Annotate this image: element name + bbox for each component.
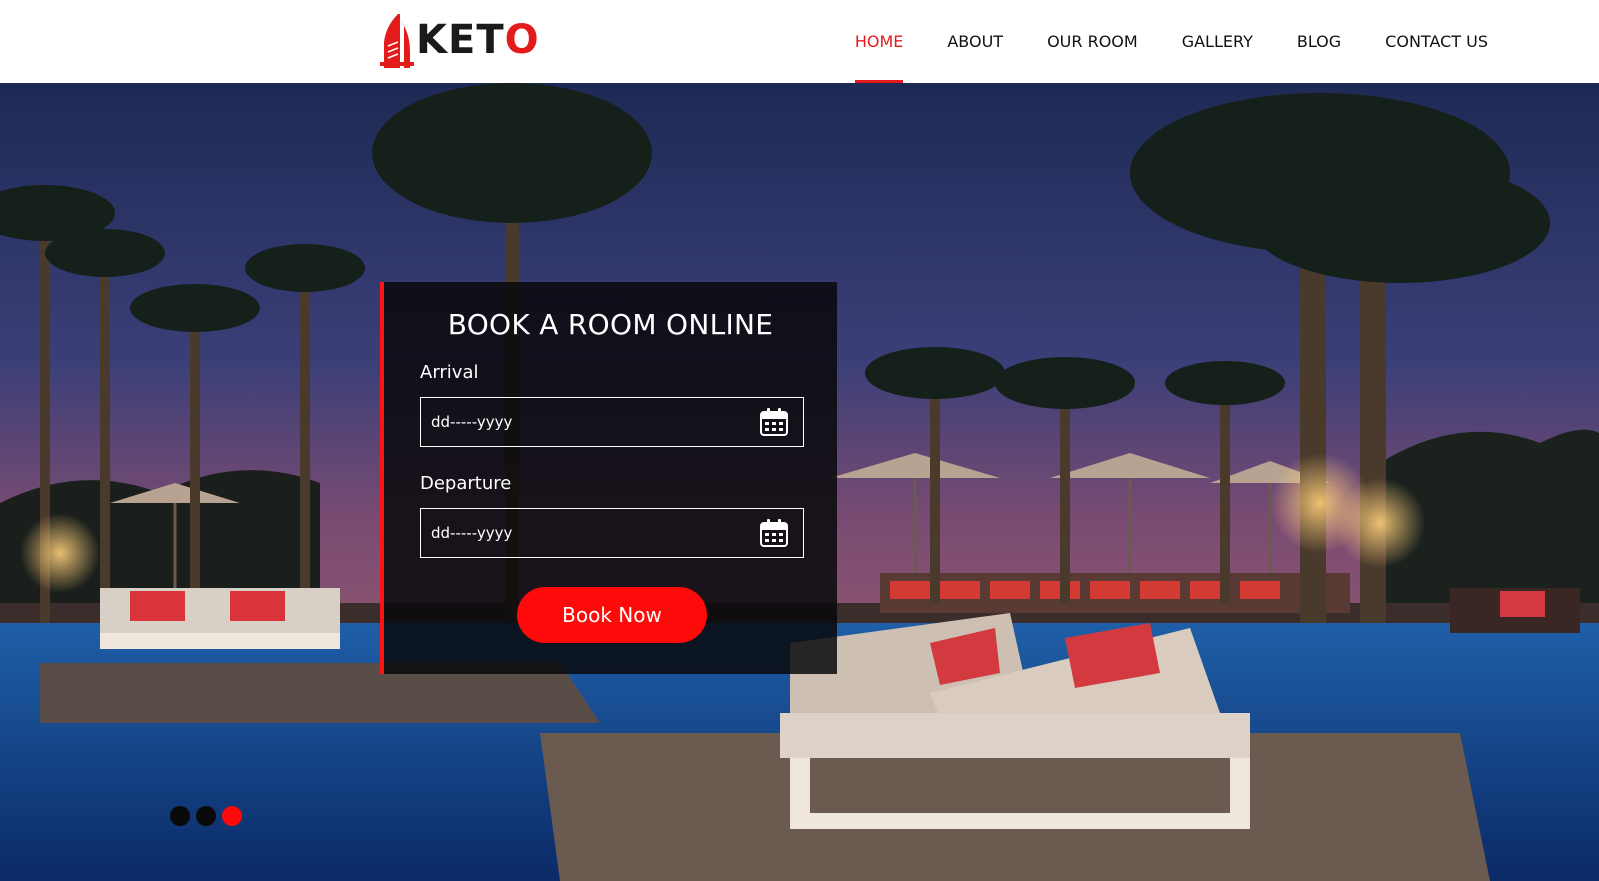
carousel-dot-2[interactable] [196, 806, 216, 826]
hero-banner: BOOK A ROOM ONLINE Arrival Departure [0, 83, 1599, 881]
departure-date-field[interactable] [420, 508, 804, 558]
departure-label: Departure [420, 473, 512, 494]
carousel-indicators [170, 806, 248, 826]
nav-gallery[interactable]: GALLERY [1182, 0, 1253, 83]
booking-title: BOOK A ROOM ONLINE [447, 308, 774, 341]
main-nav: HOME ABOUT OUR ROOM GALLERY BLOG CONTACT… [811, 0, 1488, 83]
calendar-icon[interactable] [759, 518, 789, 548]
brand-name: KETO [416, 17, 540, 63]
carousel-dot-1[interactable] [170, 806, 190, 826]
brand-logo[interactable]: KETO [380, 12, 540, 68]
arrival-label: Arrival [420, 362, 479, 383]
book-now-button[interactable]: Book Now [517, 587, 707, 643]
calendar-icon[interactable] [759, 407, 789, 437]
arrival-date-field[interactable] [420, 397, 804, 447]
nav-contact-us[interactable]: CONTACT US [1385, 0, 1488, 83]
departure-date-input[interactable] [421, 508, 759, 558]
site-header: KETO HOME ABOUT OUR ROOM GALLERY BLOG CO… [0, 0, 1599, 83]
nav-blog[interactable]: BLOG [1297, 0, 1341, 83]
nav-our-room[interactable]: OUR ROOM [1047, 0, 1138, 83]
carousel-dot-3[interactable] [222, 806, 242, 826]
tower-logo-icon [380, 14, 414, 68]
nav-about[interactable]: ABOUT [947, 0, 1003, 83]
booking-panel: BOOK A ROOM ONLINE Arrival Departure [380, 282, 837, 674]
nav-home[interactable]: HOME [854, 0, 903, 83]
arrival-date-input[interactable] [421, 397, 759, 447]
